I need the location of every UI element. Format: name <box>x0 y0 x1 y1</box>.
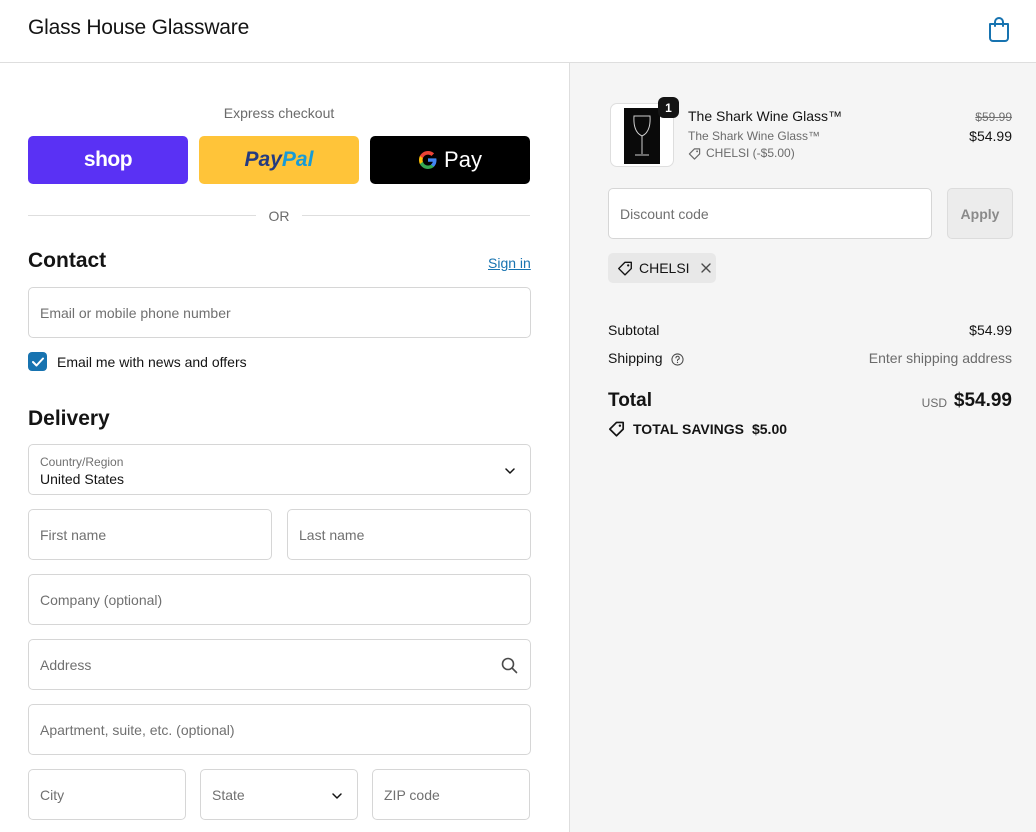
apartment-field[interactable]: Apartment, suite, etc. (optional) <box>28 704 531 755</box>
delivery-title: Delivery <box>28 407 110 430</box>
item-price: $54.99 <box>969 128 1012 144</box>
shipping-label: Shipping <box>608 350 663 366</box>
country-label: Country/Region <box>40 455 124 469</box>
shop-pay-label: shop <box>83 148 133 171</box>
product-name: The Shark Wine Glass™ <box>688 108 843 124</box>
email-placeholder: Email or mobile phone number <box>40 305 231 321</box>
last-name-placeholder: Last name <box>299 527 365 543</box>
contact-title: Contact <box>28 249 107 272</box>
tag-icon <box>618 261 632 276</box>
checkout-form: Express checkout shop PayPal Pay OR Cont… <box>0 63 569 832</box>
shipping-row: Shipping <box>608 350 684 366</box>
address-field[interactable]: Address <box>28 639 531 690</box>
quantity-badge: 1 <box>658 97 679 118</box>
apartment-placeholder: Apartment, suite, etc. (optional) <box>40 722 235 738</box>
express-checkout-label: Express checkout <box>223 105 335 121</box>
currency-code: USD <box>921 396 947 410</box>
google-pay-label: Pay <box>444 147 482 172</box>
first-name-field[interactable]: First name <box>28 509 272 560</box>
divider <box>302 215 530 216</box>
country-select[interactable]: Country/Region United States <box>28 444 531 495</box>
subtotal-value: $54.99 <box>969 322 1012 338</box>
applied-code: CHELSI <box>639 260 690 276</box>
company-field[interactable]: Company (optional) <box>28 574 531 625</box>
savings-label: TOTAL SAVINGS <box>633 420 744 437</box>
shop-pay-button[interactable]: shop <box>28 136 188 184</box>
city-placeholder: City <box>40 787 65 803</box>
last-name-field[interactable]: Last name <box>287 509 531 560</box>
chevron-down-icon <box>505 468 515 474</box>
help-icon[interactable] <box>671 353 684 366</box>
address-placeholder: Address <box>40 657 92 673</box>
shopping-bag-icon[interactable] <box>986 15 1012 43</box>
paypal-button[interactable]: PayPal <box>199 136 359 184</box>
close-icon <box>700 263 711 273</box>
apply-button[interactable]: Apply <box>947 188 1013 239</box>
subtotal-label: Subtotal <box>608 322 660 338</box>
store-name[interactable]: Glass House Glassware <box>28 16 249 40</box>
sign-in-link[interactable]: Sign in <box>488 255 531 271</box>
first-name-placeholder: First name <box>40 527 107 543</box>
total-value: $54.99 <box>953 390 1012 411</box>
zip-field[interactable]: ZIP code <box>372 769 530 820</box>
state-select[interactable]: State <box>200 769 358 820</box>
total-savings: TOTAL SAVINGS $5.00 <box>608 420 787 437</box>
tag-icon <box>608 421 625 437</box>
google-g-icon <box>419 151 437 169</box>
discount-code-placeholder: Discount code <box>620 206 709 222</box>
newsletter-label: Email me with news and offers <box>57 354 247 370</box>
product-discount: CHELSI (-$5.00) <box>688 146 795 160</box>
divider <box>28 215 256 216</box>
chevron-down-icon <box>332 793 342 799</box>
total-label: Total <box>608 390 652 411</box>
city-field[interactable]: City <box>28 769 186 820</box>
order-summary: 1 The Shark Wine Glass™ The Shark Wine G… <box>569 63 1036 832</box>
paypal-logo: PayPal <box>244 148 314 171</box>
checkmark-icon <box>31 357 44 366</box>
tag-icon <box>688 147 701 160</box>
or-separator: OR <box>268 208 290 224</box>
company-placeholder: Company (optional) <box>40 592 163 608</box>
newsletter-checkbox[interactable] <box>28 352 47 371</box>
shipping-value: Enter shipping address <box>868 350 1012 366</box>
savings-value: $5.00 <box>751 420 788 437</box>
zip-placeholder: ZIP code <box>384 787 440 803</box>
product-variant: The Shark Wine Glass™ <box>688 129 821 143</box>
country-value: United States <box>40 471 125 487</box>
email-field[interactable]: Email or mobile phone number <box>28 287 531 338</box>
original-price: $59.99 <box>975 110 1012 124</box>
wine-glass-icon <box>633 115 651 156</box>
applied-discount-chip: CHELSI <box>608 253 716 283</box>
discount-code-field[interactable]: Discount code <box>608 188 932 239</box>
remove-discount-button[interactable] <box>700 262 712 274</box>
checkout-header: Glass House Glassware <box>0 0 1036 63</box>
product-discount-text: CHELSI (-$5.00) <box>706 146 795 160</box>
search-icon <box>501 657 518 674</box>
state-placeholder: State <box>212 787 245 803</box>
google-pay-button[interactable]: Pay <box>370 136 530 184</box>
